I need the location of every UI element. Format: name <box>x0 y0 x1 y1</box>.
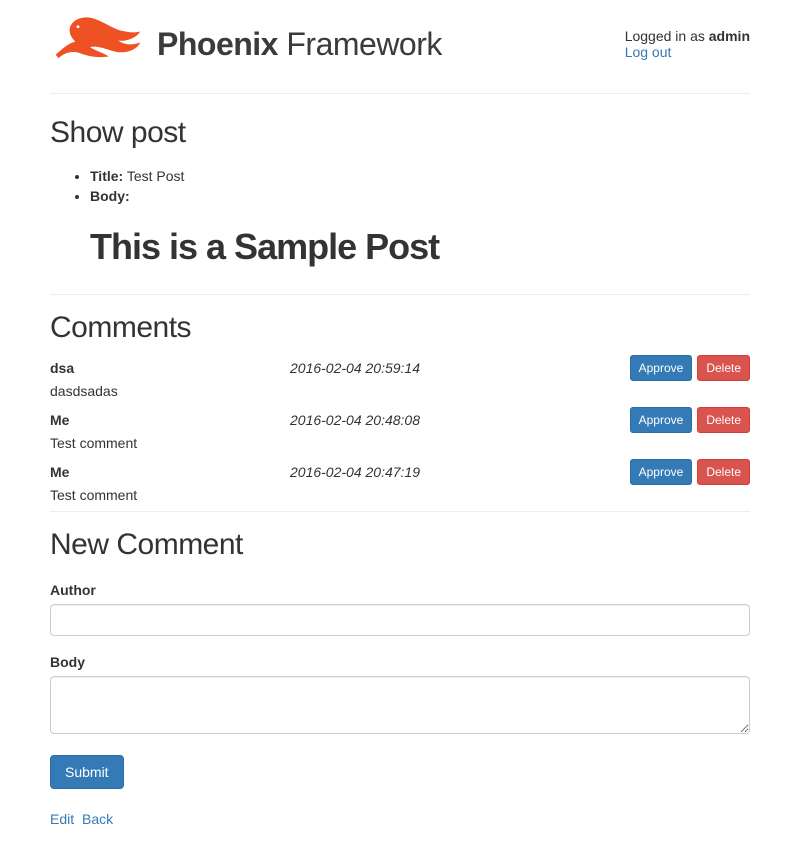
comment-actions: Approve Delete <box>630 355 750 381</box>
approve-button[interactable]: Approve <box>630 355 693 381</box>
title-label: Title: <box>90 168 123 184</box>
bottom-links: Edit Back <box>50 811 750 827</box>
delete-button[interactable]: Delete <box>697 407 750 433</box>
body-field-group: Body <box>50 654 750 737</box>
logo-text: Phoenix Framework <box>157 26 442 63</box>
header: Phoenix Framework Logged in as admin Log… <box>50 5 750 93</box>
comment-author: dsa <box>50 360 290 376</box>
comment-date: 2016-02-04 20:59:14 <box>290 360 630 376</box>
post-body-row: Body: <box>90 188 750 204</box>
auth-block: Logged in as admin Log out <box>625 10 750 60</box>
auth-user: admin <box>709 28 750 44</box>
comment-header: dsa 2016-02-04 20:59:14 Approve Delete <box>50 355 750 381</box>
page-title: Show post <box>50 116 750 150</box>
auth-prefix: Logged in as <box>625 28 709 44</box>
body-label: Body <box>50 654 750 670</box>
body-textarea[interactable] <box>50 676 750 734</box>
comments-heading: Comments <box>50 311 750 345</box>
submit-button[interactable]: Submit <box>50 755 124 789</box>
comment-date: 2016-02-04 20:48:08 <box>290 412 630 428</box>
phoenix-icon <box>50 10 145 78</box>
comment-header: Me 2016-02-04 20:48:08 Approve Delete <box>50 407 750 433</box>
new-comment-heading: New Comment <box>50 528 750 562</box>
logo-text-bold: Phoenix <box>157 26 278 62</box>
post-title-row: Title: Test Post <box>90 168 750 184</box>
comment-author: Me <box>50 464 290 480</box>
comment-header: Me 2016-02-04 20:47:19 Approve Delete <box>50 459 750 485</box>
body-label: Body: <box>90 188 130 204</box>
comment-actions: Approve Delete <box>630 407 750 433</box>
title-value: Test Post <box>127 168 185 184</box>
comment-actions: Approve Delete <box>630 459 750 485</box>
post-body-content: This is a Sample Post <box>90 226 750 268</box>
logo: Phoenix Framework <box>50 10 442 78</box>
author-input[interactable] <box>50 604 750 636</box>
edit-link[interactable]: Edit <box>50 811 74 827</box>
comment-body: Test comment <box>50 487 750 503</box>
comment-body: Test comment <box>50 435 750 451</box>
auth-status: Logged in as admin <box>625 28 750 44</box>
post-details: Title: Test Post Body: <box>50 168 750 204</box>
delete-button[interactable]: Delete <box>697 355 750 381</box>
back-link[interactable]: Back <box>82 811 113 827</box>
logo-text-light: Framework <box>278 26 442 62</box>
author-label: Author <box>50 582 750 598</box>
comment-body: dasdsadas <box>50 383 750 399</box>
comments-divider-bottom <box>50 511 750 512</box>
comment-date: 2016-02-04 20:47:19 <box>290 464 630 480</box>
header-divider <box>50 93 750 94</box>
comments-divider-top <box>50 294 750 295</box>
approve-button[interactable]: Approve <box>630 459 693 485</box>
delete-button[interactable]: Delete <box>697 459 750 485</box>
comment-author: Me <box>50 412 290 428</box>
author-field-group: Author <box>50 582 750 636</box>
approve-button[interactable]: Approve <box>630 407 693 433</box>
logout-link[interactable]: Log out <box>625 44 672 60</box>
